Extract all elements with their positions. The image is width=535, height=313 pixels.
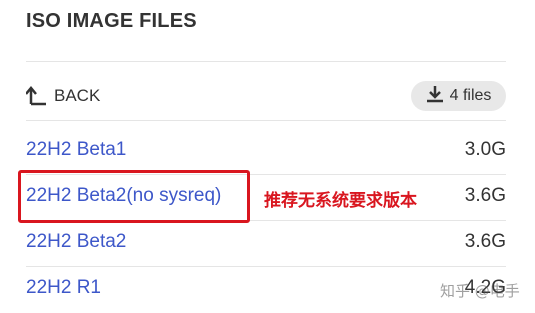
file-link[interactable]: 22H2 R1 [26, 277, 101, 299]
file-size: 3.6G [464, 231, 506, 252]
back-arrow-icon [26, 86, 48, 106]
back-label: BACK [54, 86, 101, 105]
highlight-box [18, 170, 250, 223]
download-icon [426, 85, 444, 108]
file-row[interactable]: 22H2 Beta1 3.0G [26, 129, 506, 175]
back-button[interactable]: BACK [26, 84, 100, 108]
files-count-label: 4 files [449, 87, 492, 104]
watermark: 知乎 @电手 [440, 282, 520, 300]
divider [26, 120, 506, 121]
file-link[interactable]: 22H2 Beta2 [26, 231, 126, 253]
file-link[interactable]: 22H2 Beta1 [26, 139, 126, 161]
divider [26, 61, 506, 62]
file-size: 3.6G [464, 185, 506, 206]
files-count-badge[interactable]: 4 files [411, 81, 506, 111]
file-size: 3.0G [464, 139, 506, 160]
file-row[interactable]: 22H2 Beta2 3.6G [26, 221, 506, 267]
file-row[interactable]: 22H2 R1 4.2G [26, 267, 506, 313]
page-title: ISO IMAGE FILES [26, 10, 197, 32]
annotation-note: 推荐无系统要求版本 [264, 191, 417, 211]
